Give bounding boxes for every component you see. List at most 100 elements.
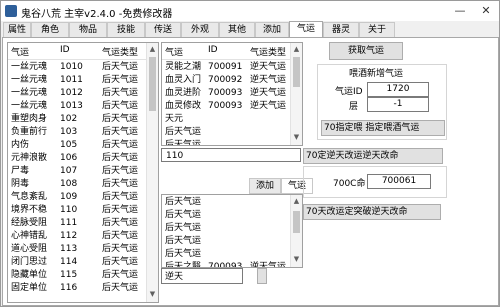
list-row[interactable]: 后天气运 [162,139,302,145]
row-fortune: 血灵修改 [165,101,202,111]
row-id: 700092 [208,75,243,85]
list-row[interactable]: 一丝元魂 1012 后天气运 [8,87,158,100]
list-row[interactable]: 隐藏单位 115 后天气运 [8,269,158,282]
list-row[interactable]: 后天气运 [162,209,302,222]
list-row[interactable]: 后天气运 [162,126,302,139]
list-row[interactable]: 阴毒 108 后天气运 [8,178,158,191]
mid-top-scrollbar[interactable]: ▲ ▼ [290,43,302,145]
tab-add[interactable]: 添加 [255,22,289,37]
list-row[interactable]: 闭门思过 114 后天气运 [8,256,158,269]
row-id: 113 [60,244,78,254]
scroll-down-icon[interactable]: ▼ [292,255,301,264]
header-id: ID [60,45,70,55]
fortune-id-input[interactable]: 1720 [367,82,429,97]
row-fortune: 境界不稳 [11,205,48,215]
tab-about[interactable]: 关于 [359,22,395,37]
row-fortune: 血灵进阶 [165,88,202,98]
scroll-thumb[interactable] [293,211,300,233]
fortune-list-middle-top[interactable]: 气运 ID 气运类型 灵能之潮 700091 逆天气运 血灵入门 700092 逆天气运血… [161,42,303,146]
scroll-up-icon[interactable]: ▲ [148,45,157,54]
list-header: 气运 ID 气运类型 [8,43,158,60]
scroll-down-icon[interactable]: ▼ [148,290,157,299]
list-row[interactable]: 内伤 105 后天气运 [8,139,158,152]
title-bar: 鬼谷八荒 主宰v2.4.0 -免费修改器 — ✕ [1,1,499,21]
scroll-up-icon[interactable]: ▲ [292,197,301,206]
fortune-list-left[interactable]: 气运 ID 气运类型 一丝元魂 1010 后天气运 一丝元魂 1011 后天气运 一丝元魂 1… [7,42,159,303]
list-row[interactable]: 血灵进阶 700093 逆天气运 [162,87,302,100]
mid-bottom-scrollbar[interactable]: ▲ ▼ [290,195,302,267]
tab-teleport[interactable]: 传送 [145,22,181,37]
list-row[interactable]: 一丝元魂 1011 后天气运 [8,74,158,87]
list-row[interactable]: 天元 [162,113,302,126]
row-fortune: 闭门思过 [11,257,48,267]
list-row[interactable]: 后天之翳 700093 逆天气运 [162,261,302,268]
tab-attributes[interactable]: 属性 [3,22,31,37]
list-row[interactable]: 心神错乱 112 后天气运 [8,230,158,243]
list-row[interactable]: 后天气运 [162,248,302,261]
tab-character[interactable]: 角色 [31,22,69,37]
fortune-value-input[interactable]: 110 [161,148,301,162]
list-row[interactable]: 一丝元魂 1013 后天气运 [8,100,158,113]
add-fortune-button[interactable]: 70指定喂 指定喂酒气运 [321,120,445,136]
scroll-up-icon[interactable]: ▲ [292,45,301,54]
get-fortune-button[interactable]: 获取气运 [329,42,403,60]
row-fortune: 道心受阻 [11,244,48,254]
row-id: 110 [60,205,78,215]
list-row[interactable]: 灵能之潮 700091 逆天气运 [162,61,302,74]
scroll-thumb[interactable] [149,57,156,111]
list-row[interactable]: 尸毒 107 后天气运 [8,165,158,178]
list-row[interactable]: 固定单位 116 后天气运 [8,282,158,295]
search-input[interactable]: 逆天 [161,268,243,284]
row-id: 106 [60,153,78,163]
list-row[interactable]: 经脉受阻 111 后天气运 [8,217,158,230]
list-row[interactable]: 元神浪散 106 后天气运 [8,152,158,165]
layer-input[interactable]: -1 [367,97,429,112]
row-id: 105 [60,140,78,150]
destiny-id-input[interactable]: 700061 [367,174,431,189]
header-fortune: 气运 [11,48,30,58]
list-row[interactable]: 后天气运 [162,196,302,209]
list-row[interactable]: 负重前行 103 后天气运 [8,126,158,139]
minimize-button[interactable]: — [449,3,471,19]
row-type: 后天气运 [102,114,139,124]
row-fortune: 后天气运 [165,127,202,137]
row-fortune: 固定单位 [11,283,48,293]
breakthrough-destiny-button[interactable]: 70天改运定突破逆天改命 [303,204,441,220]
row-type: 后天气运 [102,257,139,267]
row-type: 后天气运 [102,101,139,111]
row-id: 115 [60,270,78,280]
list-row[interactable]: 血灵入门 700092 逆天气运 [162,74,302,87]
tab-weapon-spirit[interactable]: 器灵 [323,22,359,37]
change-destiny-button[interactable]: 70定逆天改运逆天改命 [303,148,443,164]
list-row[interactable]: 后天气运 [162,235,302,248]
left-list-scrollbar[interactable]: ▲ ▼ [146,43,158,302]
row-id: 1013 [60,101,83,111]
tab-appearance[interactable]: 外观 [181,22,219,37]
list-row[interactable]: 道心受阻 113 后天气运 [8,243,158,256]
search-button[interactable] [257,268,267,284]
fortune-list-middle-bottom[interactable]: 后天气运后天气运后天气运后天气运后天气运后天之翳700093逆天气运血禁入门70… [161,194,303,268]
list-row[interactable]: 血灵修改 700093 逆天气运 [162,100,302,113]
list-row[interactable]: 一丝元魂 1010 后天气运 [8,61,158,74]
scroll-down-icon[interactable]: ▼ [292,133,301,142]
inner-tab-add[interactable]: 添加 [249,178,281,194]
list-row[interactable]: 重塑肉身 102 后天气运 [8,113,158,126]
list-row[interactable]: 气息紊乱 109 后天气运 [8,191,158,204]
row-id: 111 [60,218,78,228]
tab-fortune[interactable]: 气运 [289,21,323,38]
row-type: 后天气运 [102,166,139,176]
row-fortune: 心神错乱 [11,231,48,241]
list-row[interactable]: 境界不稳 110 后天气运 [8,204,158,217]
row-fortune: 一丝元魂 [11,88,48,98]
row-type: 逆天气运 [250,101,287,111]
tab-items[interactable]: 物品 [69,22,107,37]
list-row[interactable]: 后天气运 [162,222,302,235]
row-type: 逆天气运 [250,262,287,268]
row-fortune: 负重前行 [11,127,48,137]
scroll-thumb[interactable] [293,57,300,87]
close-button[interactable]: ✕ [475,3,497,19]
row-id: 108 [60,179,78,189]
tab-skills[interactable]: 技能 [107,22,145,37]
tab-other[interactable]: 其他 [219,22,255,37]
row-fortune: 重塑肉身 [11,114,48,124]
